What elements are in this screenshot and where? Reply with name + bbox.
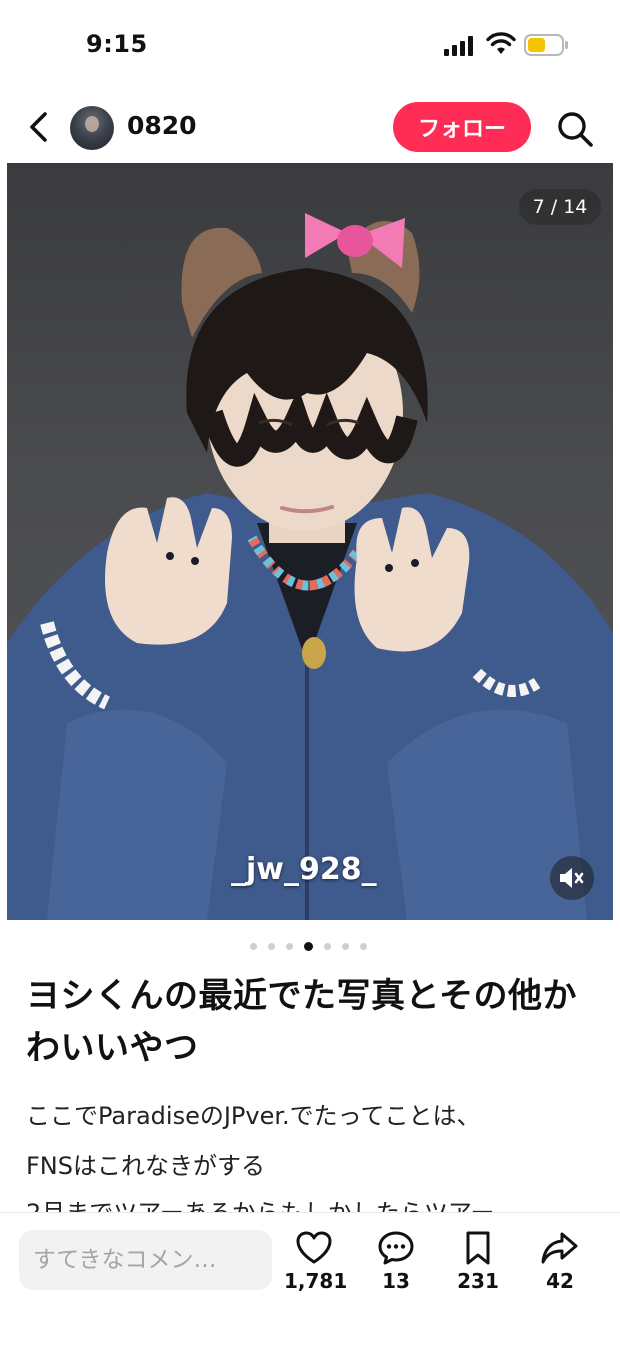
photo-illustration — [7, 213, 613, 920]
post-photo[interactable] — [7, 163, 613, 920]
avatar-face-shape — [85, 116, 99, 132]
wifi-icon — [486, 32, 516, 54]
post-title: ヨシくんの最近でた写真とその他かわいいやつ — [26, 976, 577, 1068]
like-count: 1,781 — [284, 1269, 348, 1293]
save-button[interactable]: 231 — [448, 1231, 508, 1301]
comment-button[interactable]: 13 — [366, 1231, 426, 1301]
follow-button[interactable]: フォロー — [393, 102, 531, 152]
carousel-dot — [342, 942, 349, 950]
carousel-dot — [268, 942, 275, 950]
comment-count: 13 — [382, 1269, 410, 1293]
carousel-indicator — [250, 941, 367, 951]
post-body-line: FNSはこれなきがする — [26, 1152, 265, 1180]
carousel-dot — [324, 942, 331, 950]
share-button[interactable]: 42 — [530, 1231, 590, 1301]
heart-icon — [296, 1231, 332, 1264]
battery-icon — [524, 34, 568, 56]
post-body-line: ここでParadiseのJPver.でたってことは、 — [26, 1102, 481, 1130]
carousel-dot-active — [304, 941, 313, 951]
comment-bubble-icon — [378, 1231, 414, 1265]
carousel-dot — [286, 942, 293, 950]
post-header: 0820 フォロー — [0, 98, 620, 158]
user-avatar[interactable] — [70, 106, 114, 150]
status-time: 9:15 — [86, 30, 148, 58]
mute-button[interactable] — [550, 856, 594, 900]
status-bar: 9:15 — [0, 0, 620, 90]
like-button[interactable]: 1,781 — [284, 1231, 348, 1301]
save-count: 231 — [457, 1269, 499, 1293]
share-count: 42 — [546, 1269, 574, 1293]
comment-input[interactable] — [19, 1230, 272, 1290]
share-arrow-icon — [541, 1232, 578, 1264]
carousel-dot — [360, 942, 367, 950]
cellular-signal-icon — [444, 36, 473, 56]
bookmark-icon — [466, 1231, 490, 1265]
speaker-muted-icon — [560, 868, 584, 888]
carousel-dot — [250, 942, 257, 950]
photo-watermark: _jw_928_ — [231, 852, 377, 887]
bottom-action-bar: 1,781 13 231 42 — [0, 1212, 620, 1345]
username[interactable]: 0820 — [127, 111, 197, 140]
back-arrow-icon[interactable] — [26, 110, 52, 144]
search-icon[interactable] — [556, 110, 594, 148]
image-counter-badge: 7 / 14 — [519, 189, 601, 225]
